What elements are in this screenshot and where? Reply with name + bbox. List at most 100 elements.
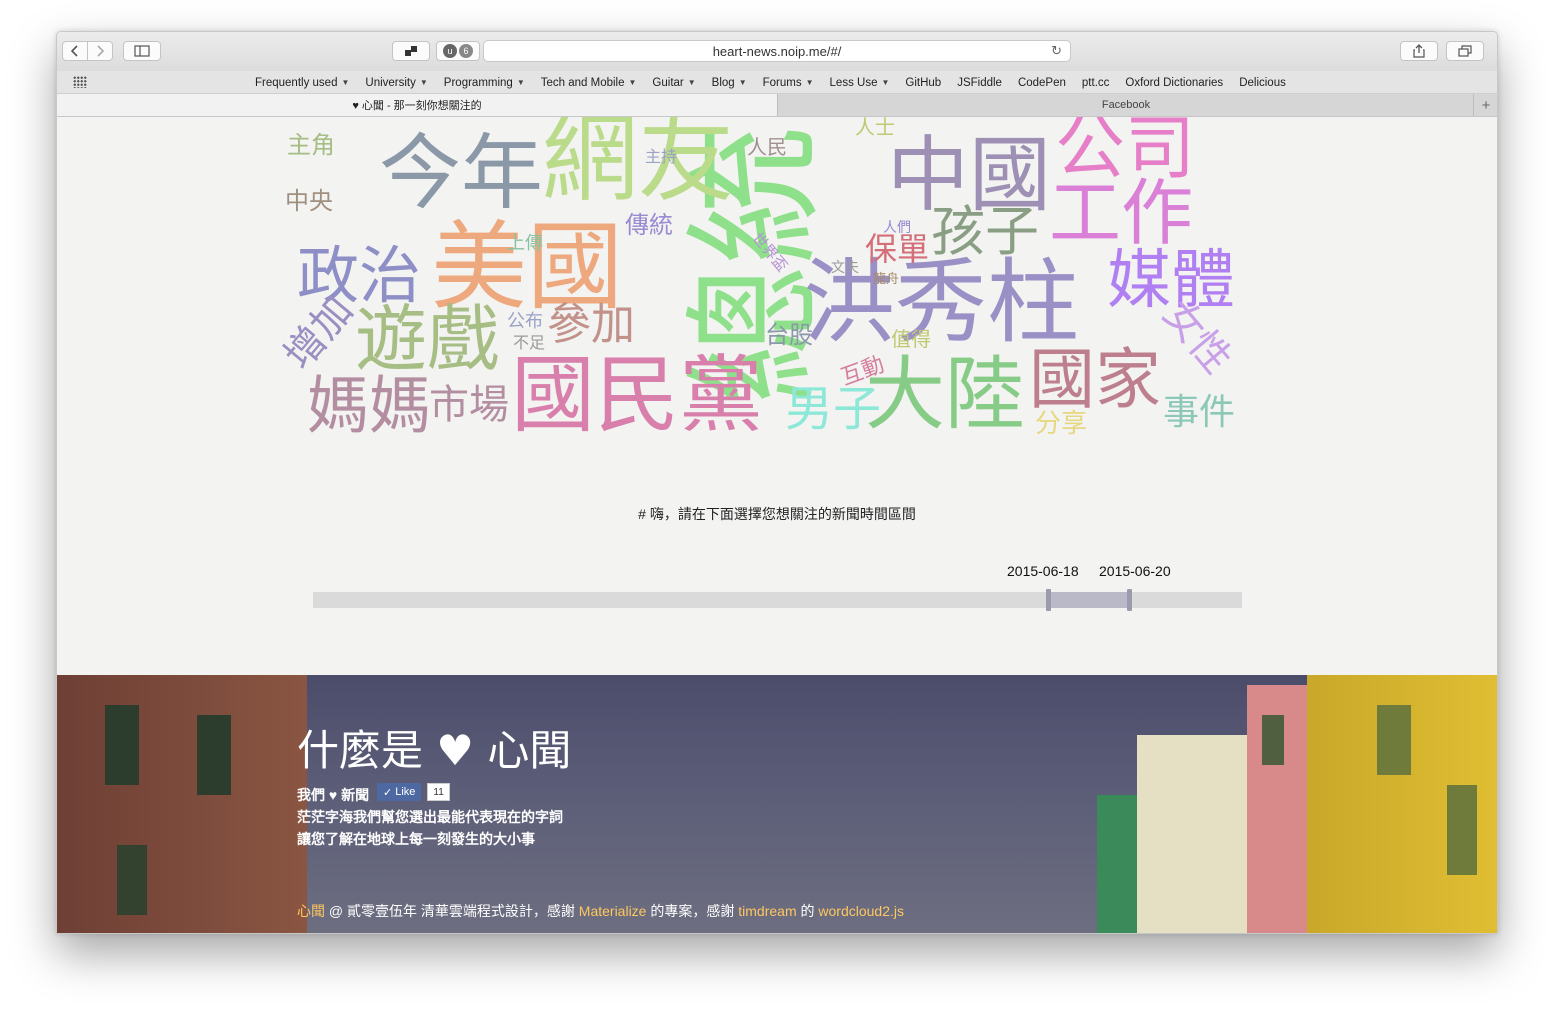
cloud-word[interactable]: 台股 (765, 323, 813, 347)
tab-title: ♥ 心聞 - 那一刻你想關注的 (352, 100, 482, 112)
browser-window: u 6 heart-news.noip.me/#/ ↻ Frequently u… (56, 31, 1498, 934)
word-cloud: 總統 網友 今年 中國 公司 工作 美國 洪秀柱 媒體 政治 遊戲 國民黨 大陸… (57, 117, 1497, 457)
date-range-slider[interactable] (313, 589, 1242, 611)
materialize-link[interactable]: Materialize (579, 903, 647, 919)
bookmark-item[interactable]: Forums ▼ (755, 77, 822, 89)
cloud-word[interactable]: 保單 (865, 233, 929, 265)
timdream-link[interactable]: timdream (738, 903, 796, 919)
cloud-word[interactable]: 人民 (747, 137, 787, 157)
range-start-date: 2015-06-18 (1007, 563, 1079, 579)
cloud-word[interactable]: 國民黨 (511, 353, 763, 437)
cloud-word[interactable]: 網友 (542, 117, 734, 207)
bookmark-item[interactable]: Frequently used ▼ (247, 77, 357, 89)
bookmarks-bar: Frequently used ▼ University ▼ Programming ▼ T… (57, 71, 1497, 94)
bookmark-item[interactable]: JSFiddle (949, 77, 1010, 89)
bookmark-label: Less Use (829, 76, 878, 89)
bookmark-label: CodePen (1017, 76, 1066, 89)
range-start-handle[interactable] (1045, 589, 1051, 611)
chevron-down-icon: ▼ (516, 78, 525, 87)
cloud-word[interactable]: 主持 (645, 149, 677, 165)
cloud-word[interactable]: 上傳 (507, 235, 543, 253)
back-button[interactable] (62, 41, 88, 61)
bookmark-item[interactable]: Tech and Mobile ▼ (533, 77, 645, 89)
credit-brand: 心聞 (297, 903, 325, 919)
bookmark-item[interactable]: Guitar ▼ (644, 77, 703, 89)
cloud-word[interactable]: 工作 (1049, 177, 1193, 249)
cloud-word[interactable]: 今年 (379, 133, 543, 215)
range-end-handle[interactable] (1126, 589, 1132, 611)
cloud-word[interactable]: 事件 (1163, 395, 1235, 431)
tabs-overview-button[interactable] (1446, 41, 1484, 61)
cloud-word[interactable]: 孩子 (931, 205, 1039, 259)
cloud-word[interactable]: 男子 (785, 385, 881, 433)
bookmark-label: Tech and Mobile (540, 76, 625, 89)
cloud-word[interactable]: 傳統 (625, 213, 673, 237)
cloud-word[interactable]: 遊戲 (355, 303, 499, 375)
cloud-word[interactable]: 參加 (547, 303, 635, 347)
cloud-word[interactable]: 龍舟 (873, 273, 899, 286)
chevron-down-icon: ▼ (738, 78, 747, 87)
cloud-word[interactable]: 媒體 (1107, 249, 1235, 313)
chevron-right-icon (97, 45, 104, 57)
bookmark-label: Guitar (652, 76, 684, 89)
extension-badge: 6 (459, 44, 473, 58)
chevron-down-icon: ▼ (805, 78, 814, 87)
bookmark-item[interactable]: GitHub (897, 77, 949, 89)
credit-text: @ 貳零壹伍年 清華雲端程式設計，感謝 (325, 903, 579, 919)
like-button[interactable]: ✓ Like (377, 783, 422, 801)
address-bar[interactable]: heart-news.noip.me/#/ ↻ (483, 40, 1071, 62)
cloud-word[interactable]: 公布 (507, 313, 543, 331)
bookmark-item[interactable]: Blog ▼ (704, 77, 755, 89)
share-button[interactable] (1400, 41, 1438, 61)
tab-heart-news[interactable]: ♥ 心聞 - 那一刻你想關注的 (57, 94, 777, 116)
wordcloud2-link[interactable]: wordcloud2.js (818, 903, 904, 919)
window-right-1 (1377, 705, 1411, 775)
like-count: 11 (427, 783, 450, 801)
page-content: 總統 網友 今年 中國 公司 工作 美國 洪秀柱 媒體 政治 遊戲 國民黨 大陸… (57, 117, 1497, 933)
window-left-2 (197, 715, 231, 795)
cloud-word[interactable]: 值得 (891, 329, 931, 349)
credit-line: 心聞 @ 貳零壹伍年 清華雲端程式設計，感謝 Materialize 的專案，感… (297, 901, 904, 921)
apps-grid-icon[interactable] (73, 76, 87, 88)
bookmark-item[interactable]: Programming ▼ (436, 77, 533, 89)
cloud-word[interactable]: 媽媽 (307, 375, 431, 437)
tabs-icon (1458, 45, 1472, 57)
cloud-word[interactable]: 不足 (513, 335, 545, 351)
cloud-word[interactable]: 分享 (1035, 411, 1087, 437)
cloud-word[interactable]: 國家 (1029, 347, 1161, 413)
bookmark-item[interactable]: Delicious (1231, 77, 1294, 89)
facebook-like-widget[interactable]: ✓ Like 11 (377, 783, 450, 801)
bookmark-item[interactable]: Oxford Dictionaries (1117, 77, 1231, 89)
cloud-word[interactable]: 主角 (287, 133, 335, 157)
cloud-word[interactable]: 大陸 (865, 355, 1025, 435)
tab-title: Facebook (1101, 99, 1151, 111)
url-text: heart-news.noip.me/#/ (712, 43, 842, 59)
extension-badge-button[interactable]: u 6 (436, 41, 480, 61)
cloud-word[interactable]: 文夫 (831, 261, 859, 275)
bookmark-label: Programming (443, 76, 513, 89)
building-cream (1137, 735, 1247, 933)
tab-facebook[interactable]: Facebook (777, 94, 1474, 116)
bookmark-item[interactable]: Less Use ▼ (822, 77, 898, 89)
bookmark-item[interactable]: ptt.cc (1074, 77, 1117, 89)
bookmark-label: University (365, 76, 416, 89)
about-title: 什麼是 ♥ 心聞 (297, 726, 572, 775)
bookmark-item[interactable]: CodePen (1010, 77, 1074, 89)
plus-icon: + (1481, 96, 1491, 114)
cloud-word[interactable]: 中央 (285, 189, 333, 213)
chevron-down-icon: ▼ (419, 78, 428, 87)
sidebar-toggle-button[interactable] (123, 41, 161, 61)
forward-button[interactable] (87, 41, 113, 61)
selected-range[interactable] (1046, 592, 1131, 608)
new-tab-button[interactable]: + (1473, 94, 1497, 116)
credit-text: 的 (796, 903, 819, 919)
browser-toolbar: u 6 heart-news.noip.me/#/ ↻ (57, 32, 1497, 71)
extension-button[interactable] (392, 41, 430, 61)
cloud-word[interactable]: 人士 (855, 117, 895, 137)
bookmark-item[interactable]: University ▼ (357, 77, 435, 89)
chevron-down-icon: ▼ (881, 78, 890, 87)
cloud-word[interactable]: 人們 (883, 221, 911, 235)
cloud-word[interactable]: 市場 (429, 385, 509, 425)
reload-icon[interactable]: ↻ (1051, 43, 1062, 59)
about-section: 什麼是 ♥ 心聞 我們 ♥ 新聞 ✓ Like 11 茫茫字海我們幫您選出最能代… (57, 675, 1497, 933)
